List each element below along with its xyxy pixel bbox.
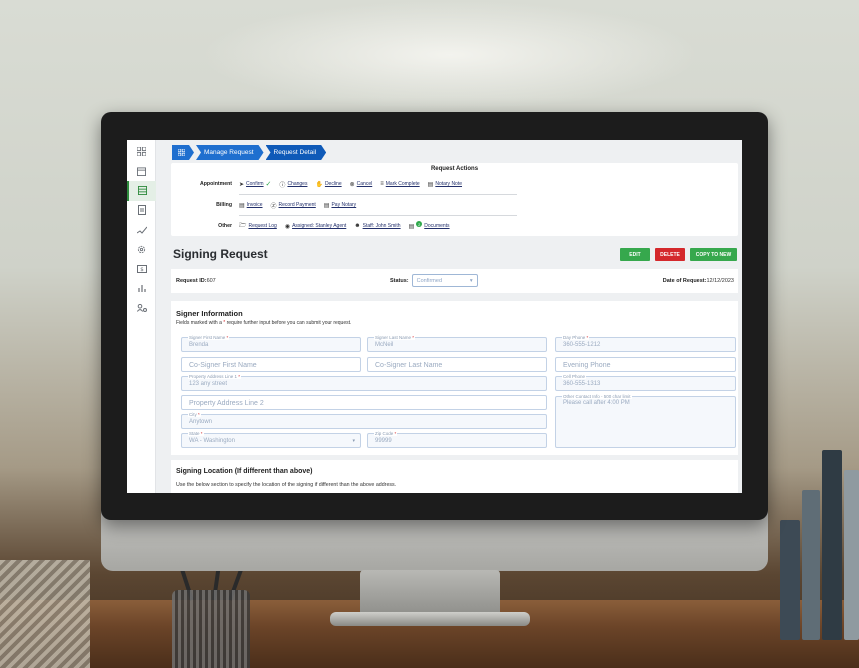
home-crumb[interactable]	[172, 145, 194, 160]
cancel-icon: ⊗	[349, 181, 355, 188]
location-pin-icon: ◉	[284, 223, 291, 230]
monitor-stand-base	[330, 612, 530, 626]
documents-count-badge: 2	[416, 221, 423, 227]
check-icon: ✓	[265, 181, 272, 188]
list-icon[interactable]	[127, 181, 156, 201]
calendar-note-icon: ▤	[427, 181, 434, 188]
signer-information-section: Signer Information Fields marked with a …	[171, 301, 738, 455]
request-info-bar: Request ID:607 Status: Confirmed ▾ Date …	[171, 269, 738, 293]
assigned-agent-action[interactable]: ◉ Assigned: Stanley Agent	[285, 223, 346, 230]
day-phone-field[interactable]: Day Phone * 360-555-1212	[555, 335, 736, 352]
svg-text:$: $	[140, 267, 144, 273]
page-title: Signing Request	[173, 247, 268, 261]
address-line-1-field[interactable]: Property Address Line 1 * 123 any street	[181, 374, 547, 391]
chevron-down-icon: ▾	[469, 277, 473, 284]
decline-action[interactable]: ✋ Decline	[315, 181, 341, 188]
cell-phone-field[interactable]: Cell Phone 360-555-1313	[555, 374, 736, 391]
signing-location-section: Signing Location (If different than abov…	[171, 460, 738, 493]
question-icon: ⓘ	[279, 182, 286, 189]
wall-light	[200, 0, 700, 110]
invoice-icon: ▤	[239, 202, 245, 209]
dollar-icon[interactable]: $	[127, 259, 156, 279]
person-icon: ☻	[354, 223, 361, 229]
divider	[239, 194, 517, 195]
request-actions-panel: Request Actions Appointment ➤ Confirm ✓ …	[171, 163, 738, 236]
dashboard-icon[interactable]	[127, 142, 156, 162]
wire-basket	[0, 560, 90, 668]
checklist-icon: ≡	[380, 181, 384, 187]
staff-action[interactable]: ☻ Staff: John Smith	[354, 223, 400, 229]
delete-button[interactable]: DELETE	[655, 248, 685, 261]
zip-code-field[interactable]: Zip Code * 99999	[367, 431, 547, 448]
confirm-action[interactable]: ➤ Confirm ✓	[239, 180, 271, 188]
notary-note-action[interactable]: ▤ Notary Note	[428, 181, 462, 188]
status-select[interactable]: Confirmed ▾	[411, 274, 478, 287]
other-row: Other 🗁 Request Log ◉ Assigned: Stanley …	[171, 220, 458, 232]
other-label: Other	[218, 223, 232, 229]
calendar-icon[interactable]	[127, 162, 156, 182]
request-log-action[interactable]: 🗁 Request Log	[239, 221, 277, 231]
request-date: Date of Request:12/12/2023	[662, 278, 734, 284]
request-date-value: 12/12/2023	[706, 278, 734, 284]
breadcrumb: Manage Request Request Detail	[172, 145, 328, 160]
signature-icon[interactable]	[127, 220, 156, 240]
status-group: Status: Confirmed ▾	[390, 274, 478, 287]
appointment-row: Appointment ➤ Confirm ✓ ⓘ Changes ✋ Decl…	[171, 178, 470, 190]
send-icon: ➤	[239, 181, 245, 188]
appointment-label: Appointment	[200, 181, 232, 187]
payment-card-icon: ▤	[323, 202, 330, 209]
dashboard-icon	[178, 149, 185, 156]
address-line-2-field[interactable]: Property Address Line 2	[181, 395, 547, 410]
crumb-manage-request[interactable]: Manage Request	[196, 145, 264, 160]
billing-row: Billing ▤ Invoice Ⓩ Record Payment ▤ Pay…	[171, 199, 364, 211]
changes-action[interactable]: ⓘ Changes	[279, 180, 307, 189]
signer-section-title: Signer Information	[176, 309, 243, 318]
monitor-stand	[360, 570, 500, 615]
status-label: Status:	[390, 277, 409, 284]
pencil-cup	[172, 590, 250, 668]
state-select[interactable]: State * WA - Washington ▾	[181, 431, 361, 448]
app-screen: $ Manage Request Request Detail Request …	[127, 140, 742, 493]
request-actions-title: Request Actions	[430, 166, 479, 172]
other-contact-info-field[interactable]: Other Contact Info - 500 char limit Plea…	[555, 394, 736, 448]
books	[780, 440, 859, 640]
invoice-action[interactable]: ▤ Invoice	[239, 202, 263, 209]
record-payment-action[interactable]: Ⓩ Record Payment	[271, 201, 316, 210]
dollar-circle-icon: Ⓩ	[270, 203, 277, 210]
folder-icon: 🗁	[239, 223, 247, 229]
chevron-down-icon: ▾	[352, 438, 355, 444]
settings-icon[interactable]	[127, 240, 156, 260]
pay-notary-action[interactable]: ▤ Pay Notary	[324, 202, 356, 209]
sidebar: $	[127, 140, 156, 493]
mark-complete-action[interactable]: ≡ Mark Complete	[380, 181, 419, 187]
decline-icon: ✋	[315, 181, 323, 188]
request-id: Request ID:607	[176, 278, 216, 284]
billing-label: Billing	[216, 202, 232, 208]
cosigner-last-name-field[interactable]: Co-Signer Last Name	[367, 357, 547, 372]
copy-to-new-button[interactable]: COPY TO NEW	[690, 248, 737, 261]
documents-action[interactable]: ▤ 2 Documents	[408, 221, 450, 230]
signing-location-title: Signing Location (If different than abov…	[176, 468, 313, 475]
crumb-request-detail[interactable]: Request Detail	[266, 145, 327, 160]
signer-first-name-field[interactable]: Signer First Name * Brenda	[181, 335, 361, 352]
main-content: Manage Request Request Detail Request Ac…	[164, 140, 742, 493]
signing-location-subtitle: Use the below section to specify the loc…	[176, 482, 397, 488]
divider	[239, 215, 517, 216]
users-icon[interactable]	[127, 298, 156, 318]
cancel-action[interactable]: ⊗ Cancel	[350, 181, 373, 188]
documents-icon: ▤	[408, 223, 415, 230]
cosigner-first-name-field[interactable]: Co-Signer First Name	[181, 357, 361, 372]
signer-section-subtitle: Fields marked with a * require further i…	[176, 320, 352, 326]
reports-icon[interactable]	[127, 279, 156, 299]
document-icon[interactable]	[127, 201, 156, 221]
request-id-value: 607	[206, 278, 216, 284]
signer-last-name-field[interactable]: Signer Last Name * McNeil	[367, 335, 547, 352]
evening-phone-field[interactable]: Evening Phone	[555, 357, 736, 372]
edit-button[interactable]: EDIT	[620, 248, 650, 261]
city-field[interactable]: City * Anytown	[181, 412, 547, 429]
